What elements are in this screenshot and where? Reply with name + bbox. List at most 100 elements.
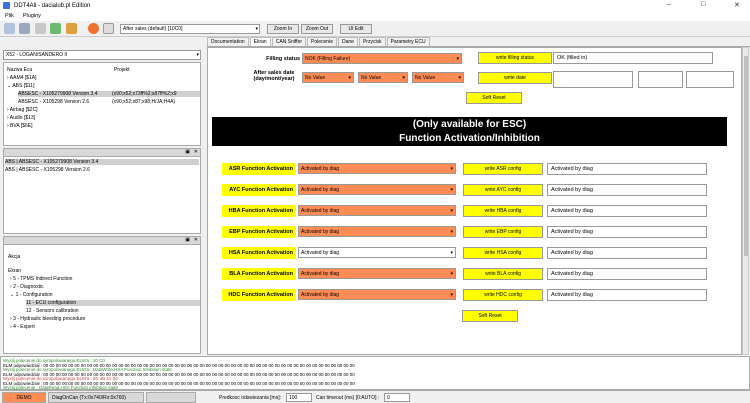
tab-parametry-ecu[interactable]: Parametry ECU bbox=[386, 37, 430, 46]
chevron-down-icon: ▾ bbox=[450, 270, 453, 277]
close-icon[interactable]: ✕ bbox=[194, 237, 198, 243]
ui-edit-button[interactable]: UI Edit bbox=[340, 24, 372, 34]
ebp-label: EBP Function Activation bbox=[222, 226, 296, 238]
write-hdc-config-button[interactable]: write HDC config bbox=[463, 289, 543, 301]
tab-przycisk[interactable]: Przycisk bbox=[358, 37, 386, 46]
maximize-icon[interactable]: □ bbox=[701, 1, 705, 8]
content-scrollbar[interactable] bbox=[742, 47, 749, 355]
tab-can-sniffer[interactable]: CAN Sniffer bbox=[271, 37, 307, 46]
search-icon[interactable] bbox=[19, 23, 30, 34]
asr-label: ASR Function Activation bbox=[222, 163, 296, 175]
function-activation-banner: Function Activation/Inhibition bbox=[212, 131, 727, 146]
date-month-value: No Value bbox=[361, 74, 382, 81]
date-result-month bbox=[638, 71, 683, 88]
hba-dropdown[interactable]: Activated by diag ▾ bbox=[298, 205, 456, 216]
ecu-mode-value: After sales (default) [10C0] bbox=[123, 26, 183, 32]
panel-header: ▣ ✕ bbox=[4, 237, 200, 245]
float-icon[interactable]: ▣ bbox=[185, 237, 190, 243]
list-item[interactable]: › Airbag [$2C] bbox=[7, 107, 38, 113]
ecu-list-panel: Nazwa Ecu Projekt › AAM4 [$1A] ⌄ ABS [$1… bbox=[3, 62, 201, 146]
date-day-dropdown[interactable]: No Value ▾ bbox=[302, 72, 354, 83]
close-icon[interactable]: ✕ bbox=[734, 1, 740, 9]
write-ayc-config-button[interactable]: write AYC config bbox=[463, 184, 543, 196]
vehicle-combo[interactable]: X52 - LOGAN/SANDERO II ▾ bbox=[3, 50, 201, 60]
chevron-down-icon: ▾ bbox=[450, 186, 453, 193]
ecu-list-header-project: Projekt bbox=[114, 67, 130, 73]
refresh-speed-input[interactable]: 100 bbox=[286, 393, 312, 402]
tab-documentation[interactable]: Documentation bbox=[207, 37, 249, 46]
list-item[interactable]: ⌄ ABS [$11] bbox=[7, 83, 34, 89]
hdc-dropdown[interactable]: Activated by diag ▾ bbox=[298, 289, 456, 300]
asr-result: Activated by diag bbox=[547, 163, 707, 175]
chevron-down-icon: ▾ bbox=[196, 52, 199, 58]
hba-label: HBA Function Activation bbox=[222, 205, 296, 217]
write-hba-config-button[interactable]: write HBA config bbox=[463, 205, 543, 217]
zoom-in-button[interactable]: Zoom In bbox=[267, 24, 299, 34]
document-icon[interactable] bbox=[103, 23, 114, 34]
menu-pluginy[interactable]: Pluginy bbox=[23, 13, 41, 19]
list-item[interactable]: 12 - Sensors calibration bbox=[26, 308, 79, 314]
write-filling-status-button[interactable]: write filling status bbox=[478, 52, 552, 64]
date-result-day bbox=[553, 71, 633, 88]
connect-icon[interactable] bbox=[50, 23, 61, 34]
list-item[interactable]: ABSESC - X105298 Version 2.6 (x90;x52;x87… bbox=[18, 99, 200, 105]
hba-result: Activated by diag bbox=[547, 205, 707, 217]
hsa-value: Activated by diag bbox=[301, 249, 340, 256]
list-item[interactable]: ABS | ABSESC - X105279908 Version 3.4 bbox=[5, 159, 199, 165]
can-timeout-input[interactable]: 0 bbox=[384, 393, 410, 402]
settings-icon[interactable] bbox=[66, 23, 77, 34]
float-icon[interactable]: ▣ bbox=[185, 149, 190, 155]
minimize-icon[interactable]: – bbox=[667, 1, 671, 8]
date-year-value: No Value bbox=[415, 74, 436, 81]
chevron-down-icon: ▾ bbox=[458, 74, 461, 81]
can-status: DiagOnCan (Tx:0x740/Rx:0x760) bbox=[48, 392, 144, 403]
ayc-dropdown[interactable]: Activated by diag ▾ bbox=[298, 184, 456, 195]
scan-icon[interactable] bbox=[4, 23, 15, 34]
ecu-screen: Filling status NOK (Filling Failure) ▾ wr… bbox=[207, 47, 742, 355]
list-item[interactable]: ABSESC - X105279908 Version 3.4 (x90;x52;… bbox=[18, 91, 200, 97]
write-asr-config-button[interactable]: write ASR config bbox=[463, 163, 543, 175]
filling-status-label: Filling status bbox=[266, 56, 300, 62]
close-icon[interactable]: ✕ bbox=[194, 149, 198, 155]
tab-polecenie[interactable]: Polecenie bbox=[307, 37, 337, 46]
list-item[interactable]: ABS | ABSESC - X105298 Version 2.6 bbox=[5, 167, 90, 173]
soft-reset-button-2[interactable]: Soft Reset bbox=[462, 310, 518, 322]
app-icon bbox=[3, 2, 10, 9]
list-item[interactable]: 11 - ECU configuration bbox=[26, 300, 200, 306]
list-item[interactable]: ⌄ 1 - Configuration bbox=[10, 292, 53, 298]
ecu-mode-combo[interactable]: After sales (default) [10C0] ▾ bbox=[120, 24, 260, 34]
write-date-button[interactable]: write date bbox=[478, 72, 552, 84]
list-item[interactable]: › 2 - Diagnostic bbox=[10, 284, 44, 290]
tab-dane[interactable]: Dane bbox=[337, 37, 358, 46]
filling-status-dropdown[interactable]: NOK (Filling Failure) ▾ bbox=[302, 53, 462, 64]
log-icon[interactable] bbox=[35, 23, 46, 34]
write-hsa-config-button[interactable]: write HSA config bbox=[463, 247, 543, 259]
list-item[interactable]: › 5 - TPMS Indirect Function bbox=[10, 276, 72, 282]
window-title: DDT4All - dacialub.pl Edition bbox=[14, 2, 91, 9]
list-item[interactable]: › 3 - Hydraulic bleeding procedure bbox=[10, 316, 85, 322]
menu-plik[interactable]: Plik bbox=[5, 13, 14, 19]
hsa-result: Activated by diag bbox=[547, 247, 707, 259]
hsa-dropdown[interactable]: Activated by diag ▾ bbox=[298, 247, 456, 258]
status-spacer bbox=[146, 392, 196, 403]
scrollbar-thumb[interactable] bbox=[744, 56, 748, 256]
bla-dropdown[interactable]: Activated by diag ▾ bbox=[298, 268, 456, 279]
chevron-down-icon: ▾ bbox=[255, 26, 258, 32]
date-year-dropdown[interactable]: No Value ▾ bbox=[412, 72, 464, 83]
soft-reset-button[interactable]: Soft Reset bbox=[466, 92, 522, 104]
asr-dropdown[interactable]: Activated by diag ▾ bbox=[298, 163, 456, 174]
list-item[interactable]: › AAM4 [$1A] bbox=[7, 75, 36, 81]
list-item[interactable]: › BVA [$6E] bbox=[7, 123, 32, 129]
ebp-dropdown[interactable]: Activated by diag ▾ bbox=[298, 226, 456, 237]
write-ebp-config-button[interactable]: write EBP config bbox=[463, 226, 543, 238]
filling-status-value: NOK (Filling Failure) bbox=[305, 55, 351, 62]
write-bla-config-button[interactable]: write BLA config bbox=[463, 268, 543, 280]
zoom-out-button[interactable]: Zoom Out bbox=[301, 24, 333, 34]
tab-ekran[interactable]: Ekran bbox=[249, 37, 271, 46]
list-item[interactable]: › Audio [$13] bbox=[7, 115, 35, 121]
date-month-dropdown[interactable]: No Value ▾ bbox=[358, 72, 408, 83]
favorite-icon[interactable] bbox=[88, 23, 99, 34]
can-timeout-value: 0 bbox=[387, 394, 390, 401]
tab-bar: Documentation Ekran CAN Sniffer Poleceni… bbox=[207, 37, 750, 47]
list-item[interactable]: › 4 - Expert bbox=[10, 324, 35, 330]
